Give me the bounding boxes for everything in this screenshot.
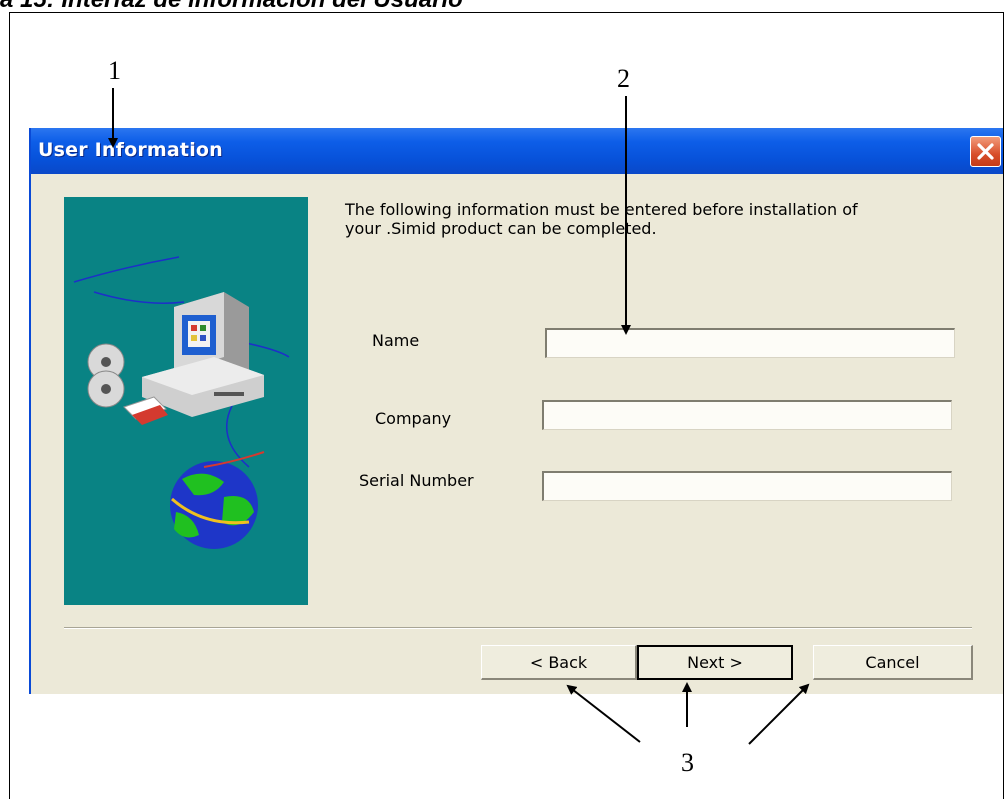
back-button[interactable]: < Back (481, 645, 637, 680)
name-input[interactable] (545, 328, 955, 358)
company-input[interactable] (542, 400, 952, 430)
setup-graphic-panel (64, 197, 308, 605)
dialog-title: User Information (38, 139, 223, 161)
close-icon (977, 143, 994, 160)
company-label: Company (375, 409, 452, 428)
intro-line-2: your .Simid product can be completed. (345, 219, 657, 238)
computer-icon (142, 292, 264, 417)
callout-3: 3 (681, 748, 694, 777)
callout-1: 1 (108, 56, 121, 85)
intro-line-1: The following information must be entere… (345, 200, 858, 219)
intro-text: The following information must be entere… (345, 200, 985, 238)
serial-number-input[interactable] (542, 471, 952, 501)
callout-2: 2 (617, 64, 630, 93)
serial-number-label: Serial Number (359, 471, 474, 490)
globe-icon (170, 451, 265, 549)
next-button[interactable]: Next > (637, 645, 793, 680)
title-bar[interactable]: User Information (31, 128, 1003, 174)
separator (64, 627, 972, 629)
close-button[interactable] (970, 136, 1001, 167)
name-label: Name (372, 331, 420, 350)
cancel-button[interactable]: Cancel (813, 645, 973, 680)
user-information-dialog: User Information The following informati… (29, 128, 1003, 694)
